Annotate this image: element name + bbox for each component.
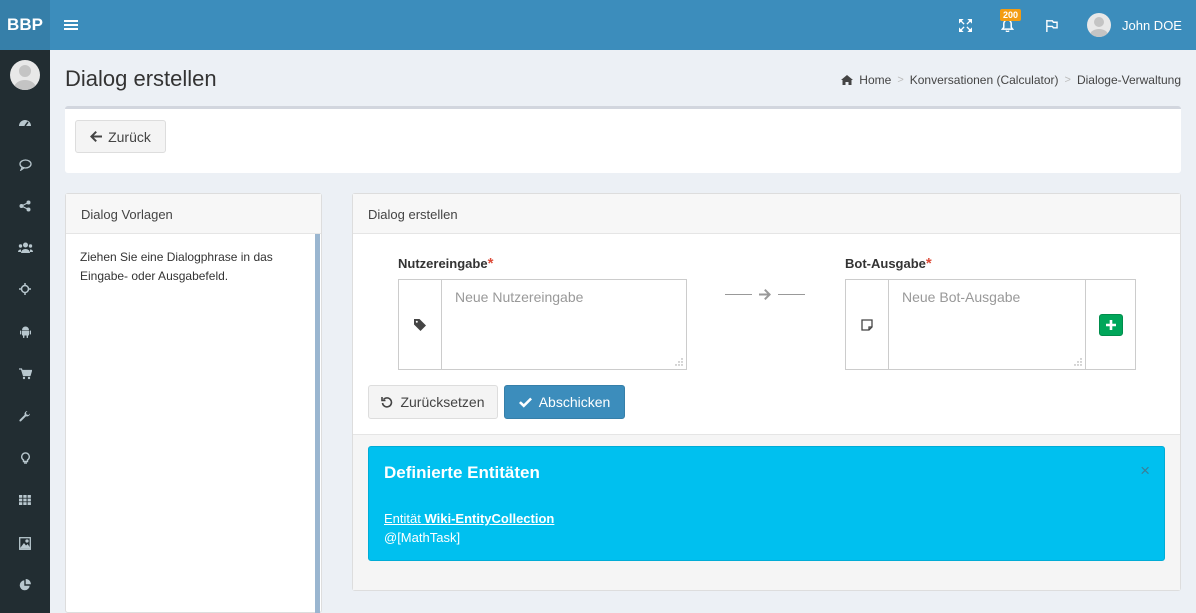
sidebar-item-shop[interactable] (0, 364, 50, 384)
add-output-button[interactable] (1098, 313, 1123, 336)
breadcrumb-separator: > (1064, 74, 1071, 86)
lightbulb-icon (20, 452, 30, 464)
sidebar-item-ideas[interactable] (0, 448, 50, 468)
fullscreen-icon[interactable] (954, 14, 976, 36)
submit-button[interactable]: Abschicken (504, 385, 625, 419)
resize-grip-icon[interactable] (1074, 358, 1082, 366)
user-avatar[interactable] (1087, 13, 1111, 37)
dialog-templates-panel: Dialog Vorlagen Ziehen Sie eine Dialogph… (65, 193, 322, 613)
close-icon[interactable]: × (1140, 461, 1150, 481)
comment-icon (18, 159, 32, 171)
breadcrumb: Home > Konversationen (Calculator) > Dia… (841, 73, 1181, 87)
sidebar-item-tools[interactable] (0, 406, 50, 426)
user-input-group (398, 279, 687, 370)
sidebar (0, 50, 50, 613)
arrow-right-icon (759, 289, 771, 300)
user-input-label-text: Nutzereingabe (398, 256, 488, 271)
entity-link[interactable]: Entität Wiki-EntityCollection (384, 511, 554, 526)
page-title: Dialog erstellen (65, 66, 217, 91)
entity-link-prefix: Entität (384, 511, 425, 526)
user-name[interactable]: John DOE (1122, 18, 1182, 33)
reset-button[interactable]: Zurücksetzen (368, 385, 498, 419)
required-marker: * (487, 255, 494, 272)
flow-arrow (725, 289, 805, 300)
templates-panel-hint: Ziehen Sie eine Dialogphrase in das Eing… (80, 250, 273, 283)
sidebar-item-media[interactable] (0, 533, 50, 553)
pie-chart-icon (19, 579, 31, 591)
undo-icon (381, 397, 393, 408)
create-dialog-panel: Dialog erstellen Nutzereingabe* Bot-Ausg… (352, 193, 1181, 591)
breadcrumb-dialog-management: Dialoge-Verwaltung (1076, 73, 1181, 87)
bot-output-label: Bot-Ausgabe* (845, 255, 932, 272)
share-icon (19, 200, 31, 212)
crosshairs-icon (19, 283, 31, 295)
sidebar-user-avatar[interactable] (10, 60, 40, 90)
defined-entities-callout: Definierte Entitäten × Entität Wiki-Enti… (368, 446, 1165, 561)
user-input-textarea[interactable] (443, 280, 686, 369)
breadcrumb-home[interactable]: Home (859, 73, 891, 87)
wrench-icon (19, 410, 30, 422)
back-box: Zurück (65, 106, 1181, 173)
templates-scrollbar[interactable] (315, 234, 320, 613)
breadcrumb-separator: > (897, 74, 904, 86)
sidebar-item-reports[interactable] (0, 575, 50, 595)
arrow-left-icon (90, 131, 103, 142)
sticky-note-icon (846, 280, 889, 369)
home-icon (841, 75, 854, 85)
bot-output-label-text: Bot-Ausgabe (845, 256, 926, 271)
resize-grip-icon[interactable] (675, 358, 683, 366)
entity-reference: @[MathTask] (384, 530, 461, 545)
breadcrumb-conversations[interactable]: Konversationen (Calculator) (910, 73, 1059, 87)
sidebar-item-conversations[interactable] (0, 155, 50, 175)
panel-footer: Definierte Entitäten × Entität Wiki-Enti… (353, 434, 1180, 590)
flag-icon[interactable] (1040, 14, 1062, 36)
required-marker: * (925, 255, 932, 272)
plus-icon (1105, 319, 1116, 330)
grid-icon (19, 495, 31, 505)
user-input-label: Nutzereingabe* (398, 255, 493, 272)
android-icon (19, 326, 31, 338)
menu-toggle-icon[interactable] (64, 15, 78, 35)
top-navbar: 200 John DOE (50, 0, 1196, 50)
submit-button-label: Abschicken (538, 394, 611, 410)
reset-button-label: Zurücksetzen (400, 394, 485, 410)
app-logo[interactable]: BBP (0, 0, 50, 50)
sidebar-item-dashboard[interactable] (0, 112, 50, 132)
back-button[interactable]: Zurück (75, 120, 166, 153)
users-icon (17, 242, 33, 253)
sidebar-item-apps[interactable] (0, 490, 50, 510)
check-icon (518, 397, 532, 408)
bot-output-group (845, 279, 1086, 370)
bot-output-textarea[interactable] (890, 280, 1085, 369)
cart-icon (18, 368, 32, 380)
notification-count-badge: 200 (1000, 9, 1022, 21)
back-button-label: Zurück (108, 128, 151, 145)
dashboard-icon (19, 120, 31, 127)
add-output-addon (1086, 279, 1136, 370)
callout-title: Definierte Entitäten (384, 463, 540, 482)
image-icon (19, 536, 31, 550)
tag-icon (399, 280, 442, 369)
sidebar-item-users[interactable] (0, 238, 50, 258)
sidebar-item-share[interactable] (0, 196, 50, 216)
templates-panel-title: Dialog Vorlagen (66, 194, 321, 234)
sidebar-item-android[interactable] (0, 322, 50, 342)
sidebar-item-targets[interactable] (0, 279, 50, 299)
create-dialog-panel-title: Dialog erstellen (353, 194, 1180, 234)
entity-link-name: Wiki-EntityCollection (424, 511, 555, 526)
